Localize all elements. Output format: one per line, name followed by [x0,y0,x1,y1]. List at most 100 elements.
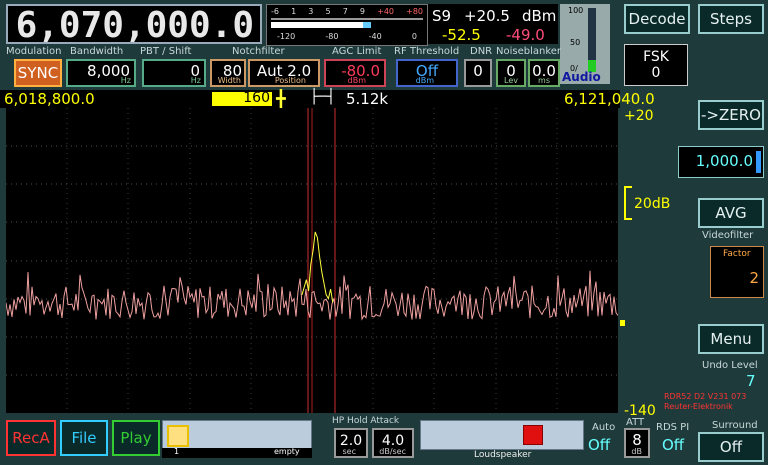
audio-tick: 100 [568,6,584,15]
loudspeaker-slider[interactable] [420,420,584,450]
rf-threshold-unit: dBm [415,76,434,85]
span-arrow-icon: ├─┤ [310,89,336,105]
meter-scale-top: -6 [271,7,279,16]
attack-field[interactable]: 4.0 dB/sec [372,428,414,458]
agc-limit-field[interactable]: -80.0 dBm [324,59,386,87]
modulation-value: SYNC [17,64,59,82]
notch-position-field[interactable]: Aut 2.0 Position [248,59,320,87]
menu-button[interactable]: Menu [698,324,764,354]
meter-scale-top: +80 [406,7,423,16]
loudspeaker-label: Loudspeaker [474,450,532,460]
audio-tick: 50 [570,38,581,47]
noiseblanker-level-unit: Lev [504,76,518,85]
span-left-frequency: 6,018,800.0 [4,90,95,108]
avg-label: AVG [715,204,747,222]
dnr-value: 0 [473,62,483,80]
to-zero-button[interactable]: ->ZERO [698,100,764,130]
dnr-field[interactable]: 0 [464,59,492,87]
factor-label: Factor [723,249,751,259]
label-notch: Notchfilter [232,46,285,57]
step-value-field[interactable]: 1,000.0 [678,146,764,178]
level-b: -49.0 [506,26,545,44]
auto-value[interactable]: Off [588,436,610,454]
record-button[interactable]: RecA [6,420,56,456]
s-plus: +20.5 [464,7,510,25]
notch-width-unit: Width [217,76,241,85]
center-marker-value: 160 [243,90,270,106]
play-button[interactable]: Play [112,420,160,456]
label-agc: AGC Limit [332,46,382,57]
meter-scale-top: 3 [308,7,314,16]
label-bandwidth: Bandwidth [70,46,124,57]
noiseblanker-ms-field[interactable]: 0.0 ms [528,59,560,87]
fsk-indicator[interactable]: FSK 0 [624,44,688,86]
meter-bar [271,22,363,28]
center-marker-field[interactable]: 160 [212,90,272,106]
notch-width-field[interactable]: 80 Width [210,59,246,87]
bandwidth-field[interactable]: 8,000 Hz [66,59,136,87]
meter-scale-top: 5 [325,7,331,16]
meter-scale-bottom: -80 [325,32,339,41]
s-value: S9 [432,7,452,25]
step-indicator-icon [756,151,761,173]
meter-scale-top: +40 [377,7,394,16]
s-unit: dBm [522,7,557,25]
pbt-field[interactable]: 0 Hz [142,59,206,87]
modulation-button[interactable]: SYNC [14,59,62,87]
reference-marker-icon [620,320,625,326]
rf-threshold-field[interactable]: Off dBm [396,59,458,87]
meter-scale-top: 1 [291,7,297,16]
rds-pi-label: RDS PI [656,422,690,433]
slot-indicator-icon [167,425,189,447]
decode-button[interactable]: Decode [624,4,690,34]
undo-level-label: Undo Level [702,360,758,371]
hold-unit: sec [342,447,357,456]
factor-value: 2 [749,269,759,287]
span-width[interactable]: 5.12k [346,90,388,108]
attack-unit: dB/sec [379,447,406,456]
label-modulation: Modulation [6,46,62,57]
fsk-label: FSK [643,49,669,65]
level-a: -52.5 [442,26,481,44]
slot-number: 1 [174,447,180,456]
play-label: Play [120,429,152,447]
att-field[interactable]: 8 dB [624,428,650,458]
bandwidth-unit: Hz [120,76,131,85]
noiseblanker-level-field[interactable]: 0 Lev [496,59,526,87]
meter-scale-top: 7 [342,7,348,16]
label-noiseblanker: Noiseblanker [496,46,562,57]
spectrum-display[interactable] [6,108,618,413]
volume-knob-icon[interactable] [523,425,543,445]
slot-info-bar: 1 empty [162,447,312,458]
agc-limit-unit: dBm [347,76,366,85]
record-label: RecA [12,429,50,447]
file-button[interactable]: File [60,420,108,456]
signal-readout: S9 +20.5 dBm -52.5 -49.0 [428,4,558,44]
noiseblanker-ms-unit: ms [538,76,550,85]
videofilter-label: Videofilter [702,230,754,241]
notch-position-unit: Position [274,76,306,85]
surround-button[interactable]: Off [698,432,764,462]
frequency-display[interactable]: 6,070,000.0 [6,4,262,46]
undo-level-value: 7 [746,372,756,390]
fsk-value: 0 [651,65,661,81]
menu-label: Menu [710,330,752,348]
pbt-unit: Hz [190,76,201,85]
auto-label: Auto [592,422,616,433]
decode-label: Decode [628,10,686,28]
factor-field[interactable]: Factor 2 [710,246,764,298]
surround-label: Surround [712,420,758,431]
slot-status: empty [274,447,300,456]
hp-hold-attack-label: HP Hold Attack [332,416,400,426]
att-label: ATT [626,417,645,428]
avg-button[interactable]: AVG [698,198,764,228]
meter-scale-top: 9 [359,7,365,16]
meter-scale-bottom: -120 [277,32,296,41]
steps-button[interactable]: Steps [698,4,764,34]
s-meter: -6 1 3 5 7 9 +40 +80 -120 -80 -40 0 [266,4,428,46]
label-rf: RF Threshold [394,46,460,57]
rds-pi-value[interactable]: Off [662,436,684,454]
step-value: 1,000.0 [695,152,753,170]
version-info: RDR52 D2 V231 073 [664,392,747,401]
hold-field[interactable]: 2.0 sec [334,428,368,458]
